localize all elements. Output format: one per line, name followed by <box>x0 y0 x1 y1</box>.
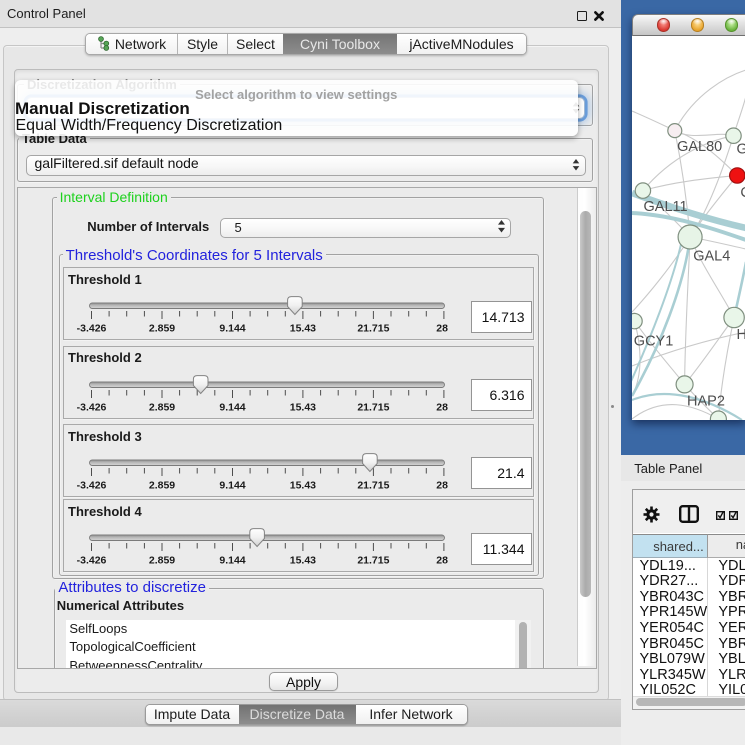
svg-text:9.144: 9.144 <box>219 479 245 491</box>
svg-text:H: H <box>736 327 745 343</box>
svg-text:9.144: 9.144 <box>219 401 245 413</box>
svg-text:2.859: 2.859 <box>148 479 174 491</box>
svg-text:21.715: 21.715 <box>357 555 389 567</box>
svg-text:GCY1: GCY1 <box>633 333 673 349</box>
svg-text:21.715: 21.715 <box>357 401 389 413</box>
svg-text:GA: GA <box>736 142 745 158</box>
svg-text:2.859: 2.859 <box>148 323 174 335</box>
svg-text:21.715: 21.715 <box>357 479 389 491</box>
svg-text:15.43: 15.43 <box>289 323 315 335</box>
svg-text:28: 28 <box>436 323 448 335</box>
svg-text:C: C <box>740 185 745 201</box>
svg-text:2.859: 2.859 <box>148 401 174 413</box>
svg-text:2.859: 2.859 <box>148 555 174 567</box>
svg-text:-3.426: -3.426 <box>76 401 106 413</box>
svg-text:GAL4: GAL4 <box>693 249 730 265</box>
svg-text:-3.426: -3.426 <box>76 555 106 567</box>
svg-text:15.43: 15.43 <box>289 401 315 413</box>
svg-text:15.43: 15.43 <box>289 555 315 567</box>
svg-text:9.144: 9.144 <box>219 555 245 567</box>
svg-text:21.715: 21.715 <box>357 323 389 335</box>
svg-text:15.43: 15.43 <box>289 479 315 491</box>
svg-text:-3.426: -3.426 <box>76 323 106 335</box>
svg-text:-3.426: -3.426 <box>76 479 106 491</box>
svg-text:28: 28 <box>436 479 448 491</box>
svg-text:28: 28 <box>436 555 448 567</box>
svg-text:9.144: 9.144 <box>219 323 245 335</box>
svg-text:GAL80: GAL80 <box>677 139 722 155</box>
svg-text:28: 28 <box>436 401 448 413</box>
svg-text:GAL11: GAL11 <box>643 199 687 215</box>
svg-text:HAP2: HAP2 <box>687 394 725 410</box>
